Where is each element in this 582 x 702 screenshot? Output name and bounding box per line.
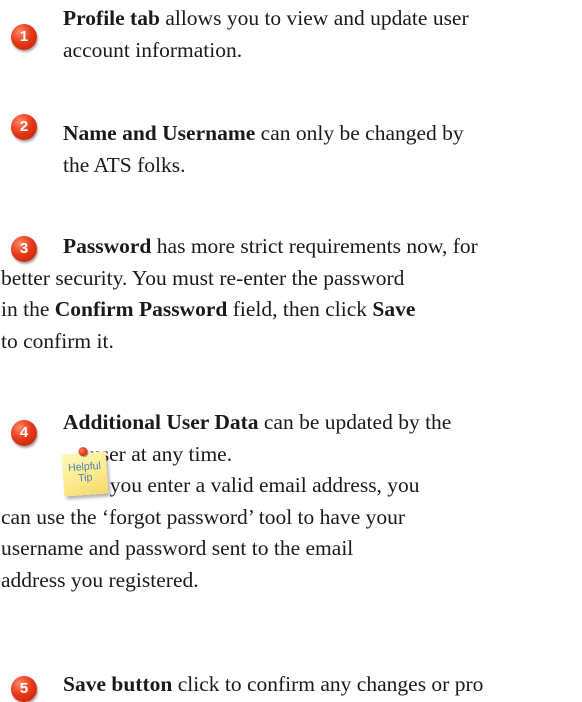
item-text: username and password sent to the email bbox=[1, 536, 354, 560]
instruction-text-1: Profile tab allows you to view and updat… bbox=[63, 3, 582, 66]
item-text: can use the ‘forgot password’ tool to ha… bbox=[1, 504, 406, 529]
instruction-text-3: Password has more strict requirements no… bbox=[1, 231, 582, 357]
number-4-icon: 4 bbox=[11, 420, 37, 446]
item-text: user at any time. bbox=[90, 441, 233, 466]
item-heading: Password bbox=[63, 234, 152, 258]
item-text: click to confirm any changes or pro bbox=[172, 672, 484, 696]
item-heading: Save bbox=[372, 297, 416, 321]
item-heading: Save button bbox=[63, 672, 173, 696]
item-text: account information. bbox=[63, 37, 243, 62]
number-5-icon: 5 bbox=[11, 676, 37, 702]
item-text: has more strict requirements now, for bbox=[151, 234, 478, 258]
item-text: to confirm it. bbox=[1, 328, 114, 353]
item-heading: Additional User Data bbox=[63, 410, 259, 434]
item-text: the ATS folks. bbox=[63, 152, 186, 177]
item-text: field, then click bbox=[227, 297, 373, 321]
item-text: can only be changed by bbox=[255, 121, 464, 145]
instruction-text-4: Additional User Data can be updated by t… bbox=[1, 407, 582, 596]
number-2-icon: 2 bbox=[11, 114, 37, 140]
number-1-icon: 1 bbox=[11, 24, 37, 50]
item-text: address you registered. bbox=[1, 567, 199, 592]
item-text: can be updated by the bbox=[258, 410, 452, 434]
item-text: allows you to view and update user bbox=[159, 6, 469, 30]
item-heading: Name and Username bbox=[63, 121, 256, 145]
instruction-text-2: Name and Username can only be changed by… bbox=[63, 118, 582, 181]
item-heading: Profile tab bbox=[63, 6, 160, 30]
number-3-icon: 3 bbox=[11, 236, 37, 262]
item-text: better security. You must re-enter the p… bbox=[1, 265, 405, 290]
helpful-tip-sticky-note-icon: Helpful Tip bbox=[61, 446, 109, 497]
instruction-text-5: Save button click to confirm any changes… bbox=[63, 669, 582, 701]
item-heading: Confirm Password bbox=[54, 297, 228, 321]
item-text: in the bbox=[1, 297, 55, 321]
item-text: If you enter a valid email address, you bbox=[90, 473, 420, 497]
